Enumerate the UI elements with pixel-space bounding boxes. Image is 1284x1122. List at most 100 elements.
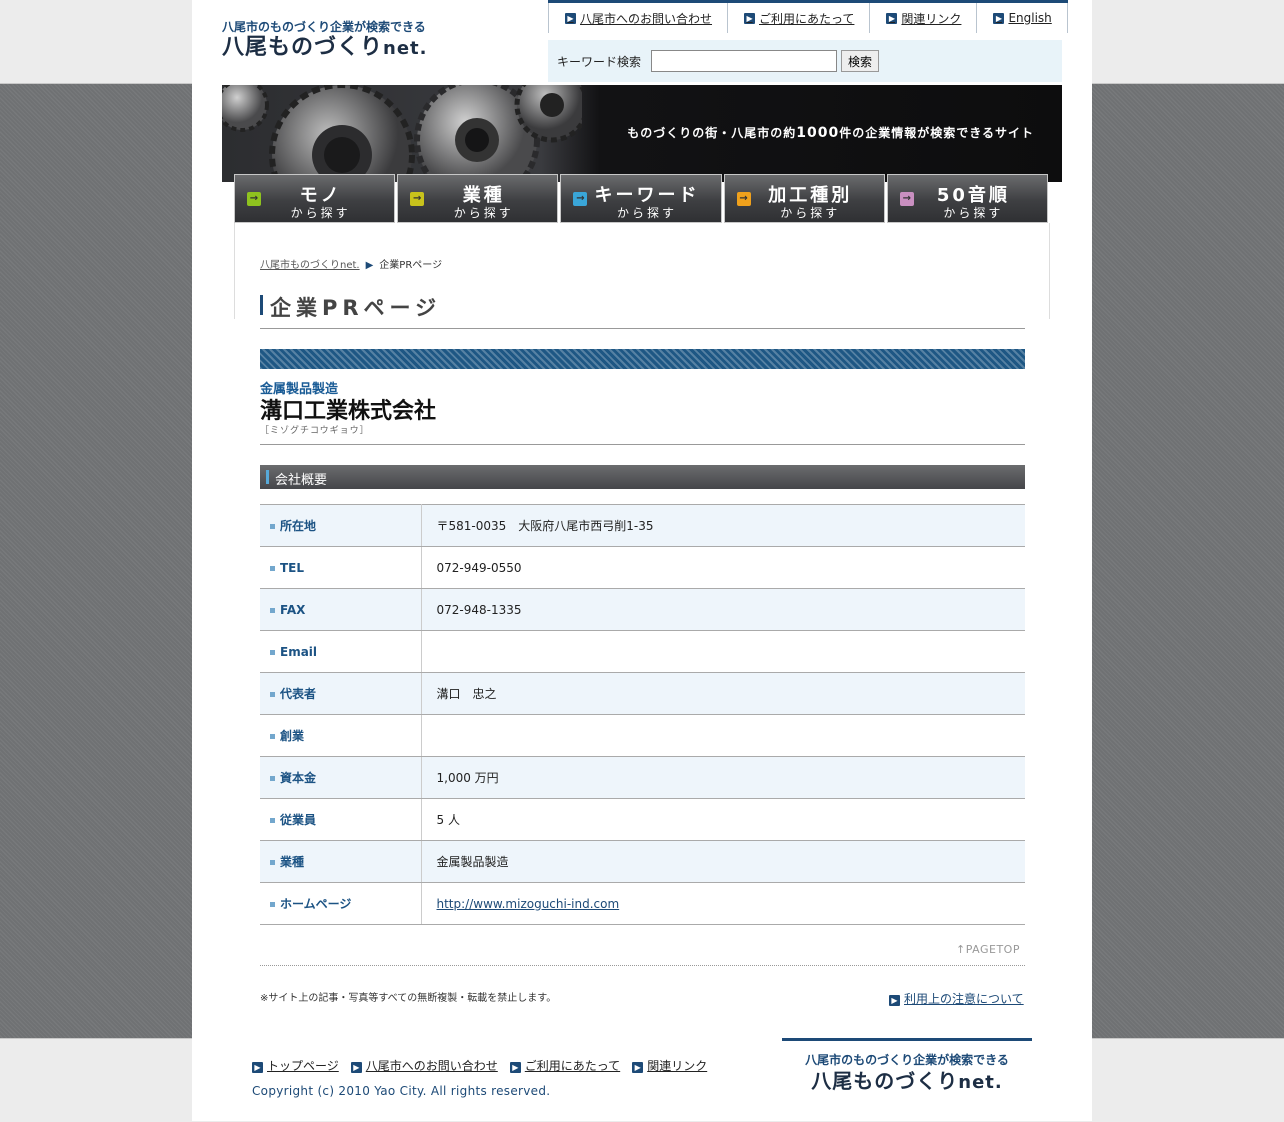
topnav-links-link[interactable]: ▶ 関連リンク: [869, 3, 976, 33]
arrow-up-icon: ↑: [956, 943, 966, 956]
breadcrumb-current: 企業PRページ: [379, 260, 443, 271]
arrow-right-icon: ▶: [993, 12, 1005, 24]
banner-text-pre: ものづくりの街・八尾市の約: [627, 126, 797, 140]
footer-logo[interactable]: 八尾市のものづくり企業が検索できる 八尾ものづくりnet.: [782, 1038, 1032, 1096]
logo-suffix: net.: [383, 38, 428, 59]
arrow-right-icon: ▶: [509, 1062, 521, 1073]
row-label: 所在地: [260, 504, 422, 547]
arrow-right-icon: ▶: [886, 12, 898, 24]
nav-by-keyword[interactable]: → キーワード から探す: [560, 174, 722, 223]
terms-link-block: ▶ 利用上の注意について: [889, 990, 1024, 1007]
logo-title: 八尾ものづくりnet.: [782, 1068, 1032, 1096]
footer-nav-item: ▶ ご利用にあたって: [509, 1057, 620, 1074]
row-label-text: ホームページ: [280, 897, 352, 911]
banner-tagline: ものづくりの街・八尾市の約1000件の企業情報が検索できるサイト: [627, 124, 1034, 141]
footer-nav-item: ▶ 八尾市へのお問い合わせ: [350, 1057, 498, 1074]
arrow-right-icon: ▶: [252, 1062, 263, 1073]
site-logo[interactable]: 八尾市のものづくり企業が検索できる 八尾ものづくりnet.: [222, 18, 427, 62]
topnav-contact-label: 八尾市へのお問い合わせ: [580, 11, 713, 26]
footer-contact-link[interactable]: 八尾市へのお問い合わせ: [366, 1059, 498, 1073]
table-row: 創業: [260, 714, 1025, 757]
table-row: 資本金 1,000 万円: [260, 756, 1025, 799]
breadcrumb-home-link[interactable]: 八尾市ものづくりnet.: [260, 260, 360, 271]
topnav-contact-link[interactable]: ▶ 八尾市へのお問い合わせ: [548, 3, 727, 33]
row-label: 資本金: [260, 756, 422, 799]
table-row: Email: [260, 630, 1025, 673]
banner-text-post: 件の企業情報が検索できるサイト: [839, 126, 1034, 140]
square-bullet-icon: [270, 607, 275, 613]
keyword-search: キーワード検索 検索: [548, 40, 1062, 82]
triangle-right-icon: ▶: [365, 260, 374, 271]
topnav-usage-label: ご利用にあたって: [759, 11, 855, 26]
topnav-english-label: English: [1008, 11, 1052, 25]
row-label: ホームページ: [260, 882, 422, 925]
row-label-text: 業種: [280, 855, 305, 869]
logo-main-text: 八尾ものづくり: [222, 35, 384, 60]
row-value: 072-948-1335: [421, 588, 1025, 631]
footer-nav: ▶ トップページ ▶ 八尾市へのお問い合わせ ▶ ご利用にあたって ▶ 関連リンク: [252, 1057, 707, 1074]
square-bullet-icon: [270, 902, 275, 907]
table-row: TEL 072-949-0550: [260, 546, 1025, 589]
divider: [260, 965, 1025, 966]
row-label-text: TEL: [280, 560, 305, 575]
section-accent-bar: [266, 470, 269, 484]
search-label: キーワード検索: [557, 54, 642, 69]
row-value: [421, 630, 1025, 673]
nav-small-label: から探す: [290, 206, 351, 220]
nav-by-product[interactable]: → モノ から探す: [234, 174, 396, 223]
footer-top-link[interactable]: トップページ: [267, 1059, 339, 1073]
nav-by-syllabary[interactable]: → 50音順 から探す: [886, 174, 1049, 223]
page-title: 企業PRページ: [270, 296, 442, 320]
company-category: 金属製品製造: [260, 382, 339, 397]
row-label: FAX: [260, 588, 422, 631]
hero-banner: ものづくりの街・八尾市の約1000件の企業情報が検索できるサイト: [222, 85, 1062, 182]
copy-notice: ※サイト上の記事・写真等すべての無断複製・転載を禁止します。: [260, 993, 557, 1004]
footer-nav-item: ▶ 関連リンク: [632, 1057, 707, 1074]
row-value: [421, 714, 1025, 757]
footer-usage-link[interactable]: ご利用にあたって: [525, 1059, 620, 1073]
page-title-block: 企業PRページ: [260, 292, 1025, 329]
logo-main-text: 八尾ものづくり: [811, 1069, 959, 1093]
logo-tagline: 八尾市のものづくり企業が検索できる: [222, 20, 426, 34]
homepage-link[interactable]: http://www.mizoguchi-ind.com: [437, 897, 620, 911]
main-nav: → モノ から探す → 業種 から探す → キーワード から探す → 加工種別 …: [234, 174, 1049, 223]
row-label-text: 従業員: [280, 813, 317, 827]
section-header: 会社概要: [260, 465, 1025, 489]
company-name: 溝口工業株式会社: [260, 399, 437, 424]
table-row: ホームページ http://www.mizoguchi-ind.com: [260, 882, 1025, 925]
nav-by-process[interactable]: → 加工種別 から探す: [723, 174, 885, 223]
search-button[interactable]: 検索: [841, 50, 880, 72]
nav-by-industry[interactable]: → 業種 から探す: [397, 174, 559, 223]
page-container: 八尾市のものづくり企業が検索できる 八尾ものづくりnet. ▶ 八尾市へのお問い合…: [192, 0, 1092, 1121]
row-value: 金属製品製造: [421, 840, 1025, 883]
terms-link[interactable]: 利用上の注意について: [904, 992, 1024, 1006]
row-value: 5 人: [421, 798, 1025, 841]
nav-small-label: から探す: [780, 206, 841, 220]
company-kana: ［ミゾグチコウギョウ］: [260, 426, 370, 436]
footer-links-link[interactable]: 関連リンク: [647, 1059, 707, 1073]
nav-small-label: から探す: [617, 206, 678, 220]
banner-text-num: 1000: [796, 125, 840, 141]
topnav-usage-link[interactable]: ▶ ご利用にあたって: [727, 3, 869, 33]
square-bullet-icon: [270, 818, 275, 823]
pagetop-link[interactable]: ↑PAGETOP: [956, 943, 1020, 956]
logo-tagline: 八尾市のものづくり企業が検索できる: [805, 1053, 1009, 1067]
top-nav: ▶ 八尾市へのお問い合わせ ▶ ご利用にあたって ▶ 関連リンク ▶ English: [548, 0, 1068, 33]
table-row: FAX 072-948-1335: [260, 588, 1025, 631]
arrow-right-icon: ▶: [632, 1062, 644, 1073]
footer-nav-item: ▶ トップページ: [252, 1057, 339, 1074]
search-input[interactable]: [651, 50, 838, 72]
row-value: http://www.mizoguchi-ind.com: [421, 882, 1025, 925]
row-label: 創業: [260, 714, 422, 757]
arrow-right-icon: ▶: [565, 12, 576, 24]
table-row: 所在地 〒581-0035 大阪府八尾市西弓削1-35: [260, 504, 1025, 547]
breadcrumb: 八尾市ものづくりnet. ▶ 企業PRページ: [260, 256, 442, 271]
row-label: TEL: [260, 546, 422, 589]
row-value: 072-949-0550: [421, 546, 1025, 589]
topnav-english-link[interactable]: ▶ English: [976, 3, 1068, 33]
row-label: 代表者: [260, 672, 422, 715]
row-label-text: 創業: [280, 729, 305, 743]
row-label-text: 所在地: [280, 519, 317, 533]
title-accent-bar: [260, 295, 263, 315]
row-label-text: 代表者: [280, 687, 317, 701]
